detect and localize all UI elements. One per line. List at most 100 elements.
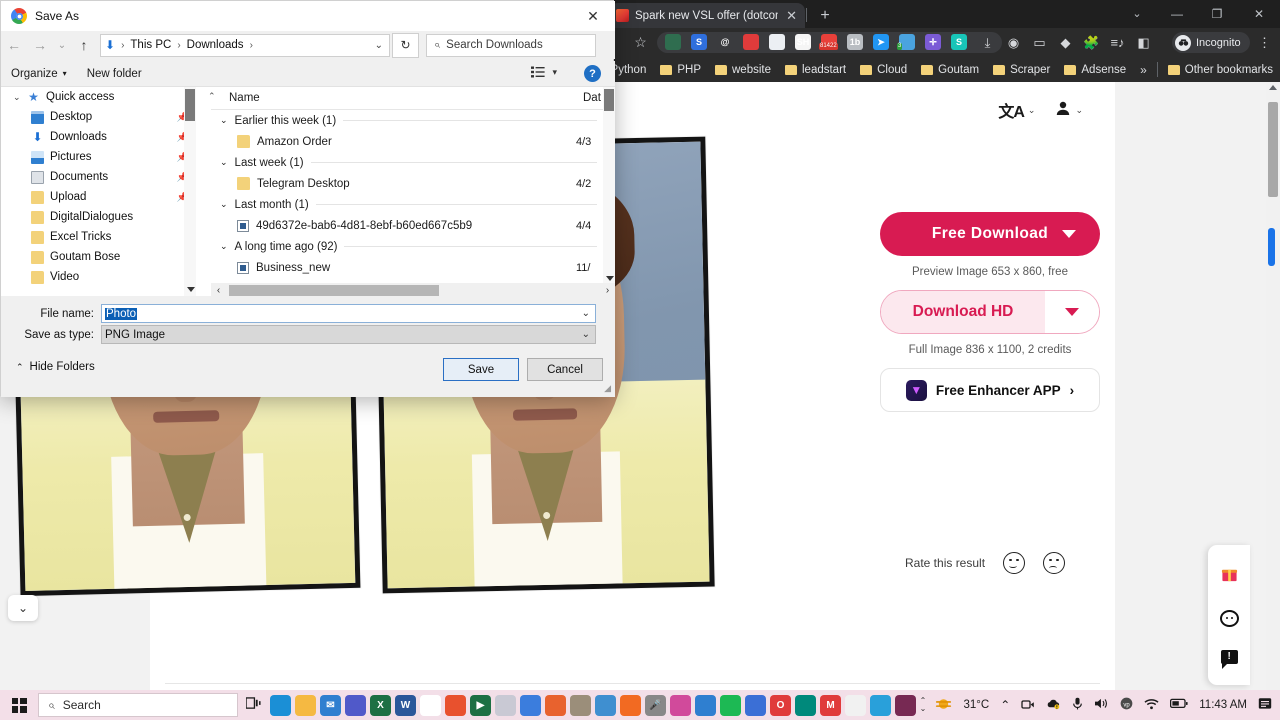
incognito-indicator[interactable]: Incognito (1172, 32, 1250, 53)
file-list-row[interactable]: 49d6372e-bab6-4d81-8ebf-b60ed667c5b9 4/4 (211, 215, 615, 236)
mic-icon[interactable]: 🎤 (645, 694, 666, 716)
download-hd-button[interactable]: Download HD (880, 290, 1100, 334)
nav-item-upload[interactable]: Upload 📌 (1, 187, 198, 207)
wifi-icon[interactable] (1144, 698, 1159, 713)
vlc-icon[interactable]: ▶ (470, 694, 491, 716)
breadcrumb-this-pc[interactable]: This PC (130, 39, 171, 51)
scroll-down-arrow[interactable] (187, 287, 195, 292)
file-list-hscrollbar[interactable]: ‹ › (211, 283, 615, 297)
file-list-vscrollbar[interactable] (603, 87, 615, 285)
nav-item-digitaldialogues[interactable]: DigitalDialogues (1, 207, 198, 227)
bookmark-item-leadstart[interactable]: leadstart (778, 64, 853, 76)
language-selector[interactable]: 文A ⌄ (998, 98, 1035, 122)
telegram-icon[interactable] (870, 694, 891, 716)
address-breadcrumb-bar[interactable]: ⬇ › This PC › Downloads › ⌄ (100, 33, 390, 57)
file-list-row[interactable]: Amazon Order 4/3 (211, 131, 615, 152)
save-as-type-select[interactable]: PNG Image ⌄ (101, 325, 596, 344)
bookmarks-overflow-button[interactable]: » (1133, 63, 1154, 77)
chrome-icon[interactable] (420, 694, 441, 716)
plus-extension[interactable]: ✛ (925, 34, 941, 50)
photos-icon[interactable] (695, 694, 716, 716)
battery-icon[interactable] (1170, 698, 1188, 712)
file-name-input[interactable]: Photo ⌄ (101, 304, 596, 323)
file-group-header[interactable]: ⌄ Last month (1) (211, 194, 615, 215)
navigation-pane-scrollbar[interactable] (184, 87, 196, 297)
edge-icon[interactable] (270, 694, 291, 716)
reading-list-icon[interactable]: ≡♪ (1109, 34, 1126, 51)
cloud-warning-icon[interactable] (1046, 698, 1061, 713)
nav-item-quick-access[interactable]: ⌄ ★ Quick access (1, 87, 198, 107)
happy-face-icon[interactable] (1003, 552, 1026, 574)
hide-folders-button[interactable]: ⌃ Hide Folders (16, 361, 95, 373)
scroll-left-arrow[interactable]: ‹ (211, 285, 226, 296)
address-dropdown-icon[interactable]: ⌄ (375, 40, 383, 51)
file-list-row[interactable]: Business_new 11/ (211, 257, 615, 278)
spotify-icon[interactable] (720, 694, 741, 716)
chevron-down-icon[interactable]: ⌄ (13, 92, 21, 103)
scroll-up-arrow[interactable] (1269, 85, 1277, 90)
chevron-down-icon[interactable]: ⌄ (220, 241, 228, 252)
cancel-button[interactable]: Cancel (527, 358, 603, 381)
nav-item-goutam-bose[interactable]: Goutam Bose (1, 247, 198, 267)
send-extension[interactable]: ➤ (873, 34, 889, 50)
dropbox-icon[interactable] (520, 694, 541, 716)
back-button[interactable]: ← (1, 33, 27, 57)
bookmark-item-cloud[interactable]: Cloud (853, 64, 914, 76)
weather-icon[interactable] (935, 697, 952, 714)
file-group-header[interactable]: ⌄ Earlier this week (1) (211, 110, 615, 131)
close-tab-icon[interactable]: ✕ (784, 9, 799, 22)
chrome-menu-button[interactable]: ⋮ (1258, 34, 1271, 51)
task-view-button[interactable] (238, 697, 268, 713)
nav-item-pictures[interactable]: Pictures 📌 (1, 147, 198, 167)
bookmark-item-website[interactable]: website (708, 64, 778, 76)
tab-search-icon[interactable]: ⌄ (1120, 3, 1154, 25)
new-tab-button[interactable]: + (815, 6, 835, 26)
notification-icon[interactable] (1258, 697, 1272, 714)
free-enhancer-app-button[interactable]: ▼ Free Enhancer APP › (880, 368, 1100, 412)
new-folder-button[interactable]: New folder (77, 68, 152, 80)
opera-icon[interactable]: O (770, 694, 791, 716)
scroll-down-arrow[interactable] (606, 276, 614, 281)
browser-tab[interactable]: Spark new VSL offer (dotcom-ot ✕ (610, 3, 805, 28)
sh-extension[interactable]: SH (795, 34, 811, 50)
chevron-down-icon[interactable]: ⌄ (582, 308, 590, 319)
column-header-date[interactable]: Dat (583, 92, 601, 104)
notepad-plus-icon[interactable] (445, 694, 466, 716)
weather-temperature[interactable]: 31°C (963, 699, 989, 711)
paint-icon[interactable] (495, 694, 516, 716)
excel-icon[interactable]: X (370, 694, 391, 716)
chevron-down-icon[interactable]: ⌄ (220, 115, 228, 126)
save-button[interactable]: Save (443, 358, 519, 381)
breadcrumb-downloads[interactable]: Downloads (187, 39, 244, 51)
headphone-icon[interactable] (670, 694, 691, 716)
diamond-icon[interactable]: ◆ (1057, 34, 1074, 51)
dialog-close-button[interactable]: ✕ (571, 1, 615, 31)
firefox-icon[interactable] (545, 694, 566, 716)
chevron-down-icon[interactable]: ⌄ (582, 329, 590, 340)
gift-icon[interactable] (1221, 566, 1238, 588)
support-face-icon[interactable] (1219, 610, 1239, 628)
nav-item-downloads[interactable]: ⬇ Downloads 📌 (1, 127, 198, 147)
chevron-down-icon[interactable] (1062, 230, 1076, 238)
calc-icon[interactable] (745, 694, 766, 716)
minimize-button[interactable]: — (1160, 3, 1194, 25)
gmail-icon[interactable]: M (820, 694, 841, 716)
tb-extension[interactable]: 1b (847, 34, 863, 50)
nav-item-video[interactable]: Video (1, 267, 198, 287)
volume-icon[interactable] (1094, 697, 1109, 713)
scrollbar-thumb[interactable] (229, 284, 439, 296)
spy-extension[interactable] (769, 34, 785, 50)
download-icon[interactable]: ⤓ (979, 34, 996, 51)
free-download-button[interactable]: Free Download (880, 212, 1100, 256)
scrollbar-thumb[interactable] (185, 89, 195, 121)
recent-locations-button[interactable]: ⌄ (53, 33, 71, 57)
nav-item-documents[interactable]: Documents 📌 (1, 167, 198, 187)
puzzle-icon[interactable]: 🧩 (1083, 34, 1100, 51)
bookmark-star-icon[interactable]: ☆ (632, 34, 649, 51)
monitor-icon[interactable] (595, 694, 616, 716)
ubuntu-icon[interactable] (895, 694, 916, 716)
start-button[interactable] (0, 697, 38, 713)
taskbar-search-box[interactable]: ⌕ Search (38, 693, 238, 717)
camera-icon[interactable] (1021, 698, 1035, 713)
similarweb-extension[interactable]: S (691, 34, 707, 50)
